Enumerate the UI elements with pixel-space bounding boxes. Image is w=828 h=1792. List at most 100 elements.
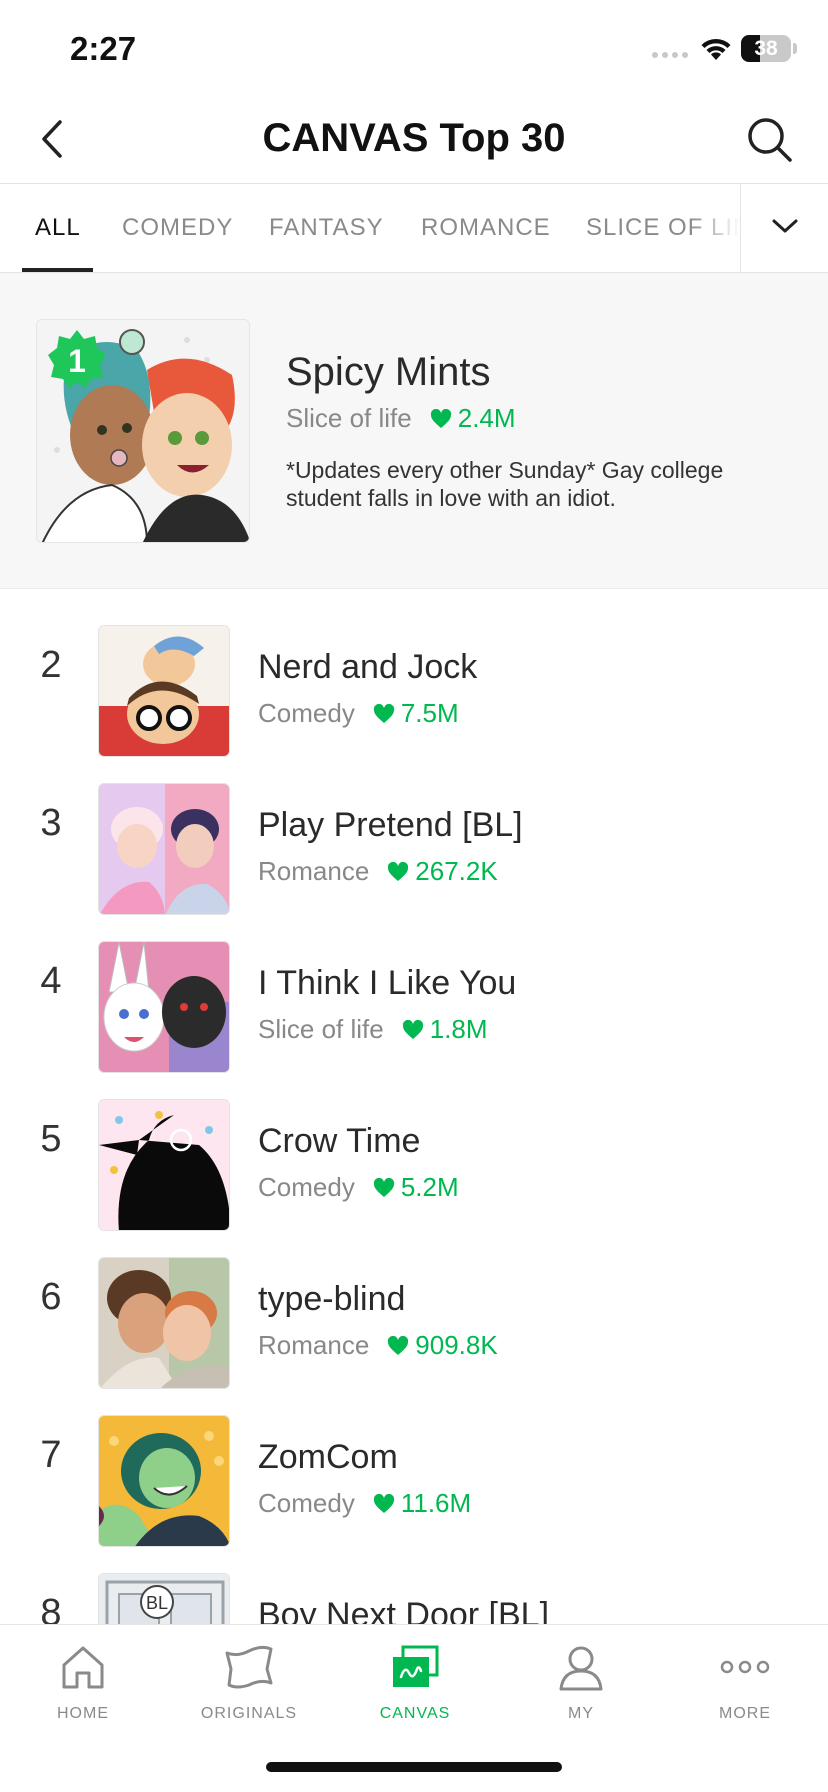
signal-icon bbox=[652, 52, 688, 58]
expand-tabs-button[interactable] bbox=[740, 184, 828, 272]
series-title: ZomCom bbox=[258, 1438, 398, 1476]
series-genre: Comedy bbox=[258, 1172, 355, 1202]
rank-number: 2 bbox=[40, 644, 62, 686]
series-likes: 267.2K bbox=[415, 856, 498, 886]
bl-bubble-text: BL bbox=[146, 1593, 168, 1613]
series-likes: 11.6M bbox=[400, 1488, 472, 1518]
ranking-row[interactable]: 7 ZomCom Comedy 11.6M bbox=[0, 1380, 828, 1547]
series-thumbnail bbox=[98, 1099, 230, 1231]
series-likes: 7.5M bbox=[400, 698, 459, 728]
genre-tabs: ALL COMEDY FANTASY ROMANCE SLICE OF LIFE bbox=[0, 184, 828, 273]
series-likes: 5.2M bbox=[400, 1172, 459, 1202]
series-genre: Romance bbox=[258, 856, 370, 886]
ranking-row[interactable]: 4 I Think I Like You Slice of life 1.8M bbox=[0, 906, 828, 1073]
nav-label: ORIGINALS bbox=[200, 1705, 298, 1722]
active-tab-indicator bbox=[22, 268, 93, 272]
nav-my[interactable]: MY bbox=[498, 1625, 664, 1735]
header: CANVAS Top 30 bbox=[0, 96, 828, 184]
home-icon bbox=[62, 1646, 104, 1689]
chevron-left-icon bbox=[42, 120, 62, 158]
rank-number: 5 bbox=[40, 1118, 62, 1160]
series-meta: Slice of life 2.4M bbox=[286, 403, 516, 434]
series-likes: 909.8K bbox=[415, 1330, 498, 1360]
ranking-row[interactable]: 5 Crow Time Comedy 5.2M bbox=[0, 1064, 828, 1231]
heart-icon bbox=[373, 1493, 394, 1513]
featured-series[interactable]: 1 Spicy Mints Slice of life 2.4M *Update… bbox=[0, 273, 828, 589]
chevron-down-icon bbox=[772, 219, 798, 233]
search-button[interactable] bbox=[744, 114, 796, 166]
ranking-row[interactable]: 3 Play Pretend [BL] Romance 267.2K bbox=[0, 748, 828, 915]
tab-romance[interactable]: ROMANCE bbox=[421, 214, 551, 242]
series-meta: Comedy 5.2M bbox=[258, 1172, 459, 1203]
series-genre: Slice of life bbox=[258, 1014, 384, 1044]
page-title: CANVAS Top 30 bbox=[262, 116, 566, 160]
nav-label: MORE bbox=[719, 1705, 771, 1722]
series-title: Boy Next Door [BL] bbox=[258, 1596, 550, 1624]
series-title: Nerd and Jock bbox=[258, 648, 478, 686]
heart-icon bbox=[388, 1335, 409, 1355]
rank-number: 6 bbox=[40, 1276, 62, 1318]
heart-icon bbox=[430, 408, 451, 428]
series-title: I Think I Like You bbox=[258, 964, 517, 1002]
series-meta: Romance 909.8K bbox=[258, 1330, 498, 1361]
series-thumbnail bbox=[98, 1415, 230, 1547]
rank-number: 3 bbox=[40, 802, 62, 844]
rank-number: 8 bbox=[40, 1592, 62, 1624]
ranking-row[interactable]: 8 BL Boy Next Door [BL] bbox=[0, 1538, 828, 1624]
featured-rank: 1 bbox=[68, 343, 86, 379]
series-meta: Slice of life 1.8M bbox=[258, 1014, 488, 1045]
battery-level: 38 bbox=[754, 37, 778, 60]
series-thumbnail bbox=[98, 941, 230, 1073]
status-bar: 2:27 38 bbox=[0, 0, 828, 96]
more-icon bbox=[720, 1660, 770, 1674]
nav-home[interactable]: HOME bbox=[0, 1625, 166, 1735]
series-thumbnail bbox=[98, 625, 230, 757]
series-thumbnail bbox=[98, 1257, 230, 1389]
nav-label: HOME bbox=[57, 1705, 109, 1722]
series-genre: Romance bbox=[258, 1330, 370, 1360]
series-genre: Slice of life bbox=[286, 403, 412, 433]
series-genre: Comedy bbox=[258, 1488, 355, 1518]
nav-canvas[interactable]: CANVAS bbox=[332, 1625, 498, 1735]
originals-icon bbox=[225, 1645, 273, 1689]
series-genre: Comedy bbox=[258, 698, 355, 728]
ranking-row[interactable]: 2 Nerd and Jock Comedy 7.5M bbox=[0, 590, 828, 757]
battery-icon: 38 bbox=[741, 35, 791, 62]
series-meta: Romance 267.2K bbox=[258, 856, 498, 887]
rank-number: 4 bbox=[40, 960, 62, 1002]
nav-originals[interactable]: ORIGINALS bbox=[166, 1625, 332, 1735]
status-time: 2:27 bbox=[70, 30, 137, 67]
nav-label: CANVAS bbox=[379, 1705, 451, 1722]
canvas-icon bbox=[393, 1645, 439, 1687]
person-icon bbox=[559, 1646, 603, 1691]
tab-comedy[interactable]: COMEDY bbox=[122, 214, 233, 242]
series-meta: Comedy 7.5M bbox=[258, 698, 459, 729]
heart-icon bbox=[373, 1177, 394, 1197]
series-title: Crow Time bbox=[258, 1122, 421, 1160]
heart-icon bbox=[373, 703, 394, 723]
series-title: Play Pretend [BL] bbox=[258, 806, 523, 844]
nav-more[interactable]: MORE bbox=[662, 1625, 828, 1735]
search-icon bbox=[748, 118, 792, 162]
tab-fantasy[interactable]: FANTASY bbox=[269, 214, 384, 242]
series-meta: Comedy 11.6M bbox=[258, 1488, 471, 1519]
heart-icon bbox=[388, 861, 409, 881]
series-thumbnail: BL bbox=[98, 1573, 230, 1624]
ranking-list: 2 Nerd and Jock Comedy 7.5M 3 Play Prete… bbox=[0, 590, 828, 1624]
series-likes: 1.8M bbox=[429, 1014, 488, 1044]
wifi-icon bbox=[701, 38, 731, 60]
series-likes: 2.4M bbox=[457, 403, 516, 433]
series-title: Spicy Mints bbox=[286, 350, 491, 394]
series-description: *Updates every other Sunday* Gay college… bbox=[286, 457, 724, 511]
tabs-fade bbox=[690, 184, 740, 272]
nav-label: MY bbox=[568, 1705, 594, 1722]
rank-number: 7 bbox=[40, 1434, 62, 1476]
back-button[interactable] bbox=[30, 114, 80, 164]
ranking-row[interactable]: 6 type-blind Romance 909.8K bbox=[0, 1222, 828, 1389]
series-title: type-blind bbox=[258, 1280, 406, 1318]
home-indicator bbox=[266, 1762, 562, 1772]
series-thumbnail bbox=[98, 783, 230, 915]
heart-icon bbox=[402, 1019, 423, 1039]
tab-all[interactable]: ALL bbox=[35, 214, 81, 242]
battery-cap bbox=[793, 43, 797, 54]
